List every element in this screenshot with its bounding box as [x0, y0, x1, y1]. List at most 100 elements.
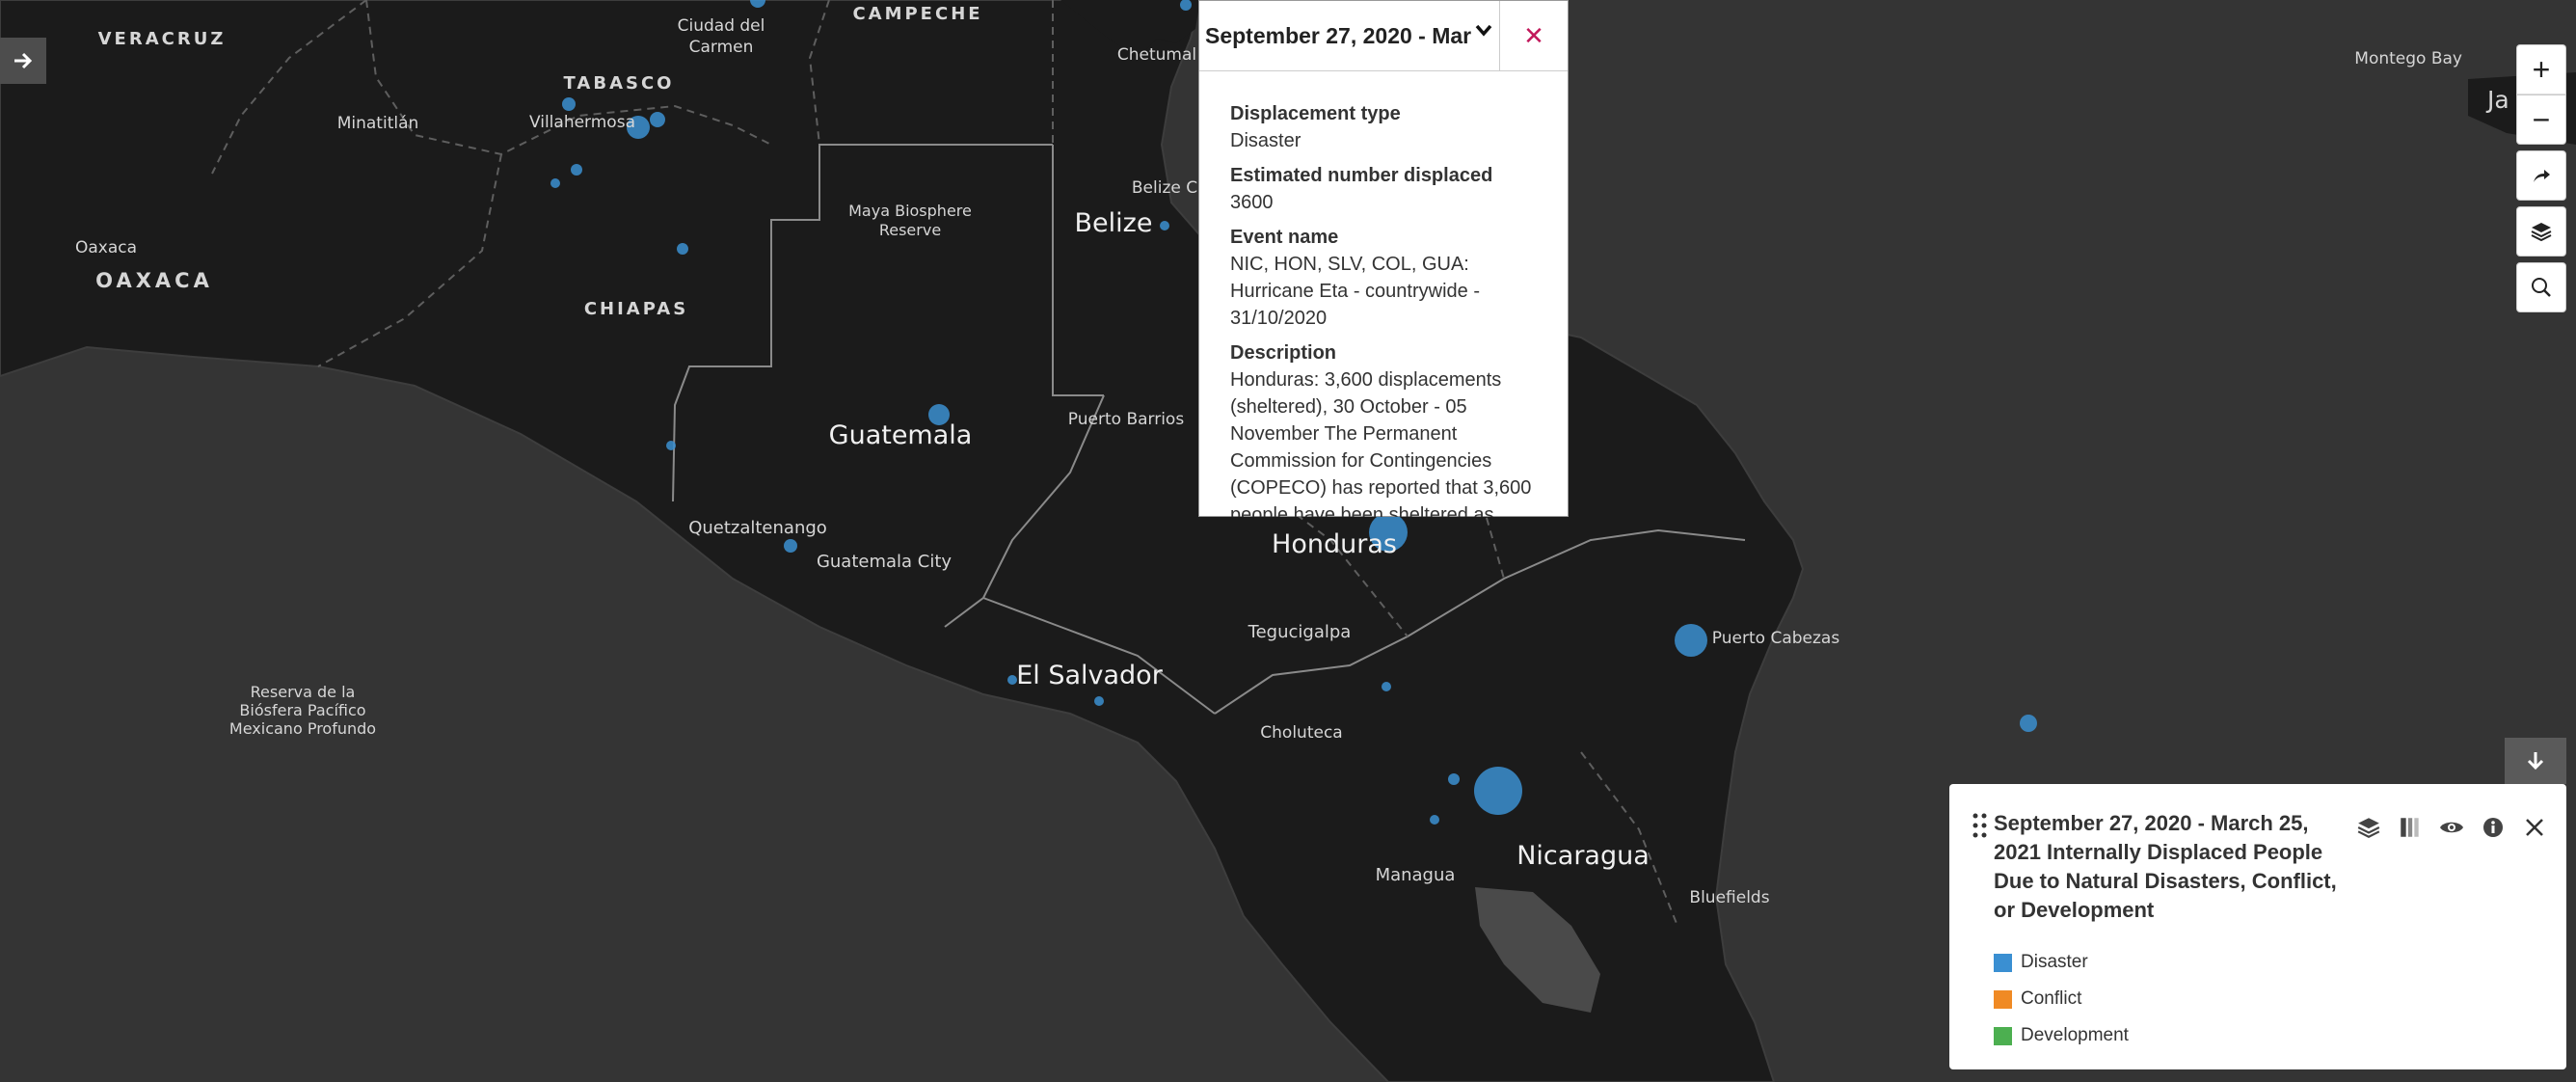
field-label: Estimated number displaced	[1230, 165, 1493, 186]
city-label-montego-bay: Montego Bay	[2354, 49, 2462, 68]
share-icon	[2534, 170, 2550, 182]
legend-swatch	[1994, 989, 2012, 1009]
field-label: Description	[1230, 342, 1337, 364]
displacement-point[interactable]	[1160, 221, 1169, 230]
info-icon	[2482, 817, 2503, 837]
displacement-point[interactable]	[1448, 773, 1460, 785]
sidebar-toggle-button[interactable]	[0, 38, 46, 84]
legend-visibility-button[interactable]	[2437, 813, 2465, 841]
displacement-point[interactable]	[562, 97, 576, 111]
search-icon	[2532, 278, 2551, 297]
close-icon	[2525, 818, 2543, 836]
legend-item-conflict: Conflict	[1994, 981, 2129, 1017]
city-label-chetumal: Chetumal	[1117, 45, 1196, 65]
legend-panel: September 27, 2020 - March 25, 2021 Inte…	[1949, 784, 2566, 1069]
reserve-label-pacific-3: Mexicano Profundo	[229, 719, 376, 738]
layers-button[interactable]	[2516, 206, 2566, 257]
displacement-point[interactable]	[1094, 696, 1104, 706]
displacement-point[interactable]	[1474, 767, 1522, 815]
popup-header: September 27, 2020 - March 25, 2021 ✕	[1199, 1, 1568, 71]
displacement-point[interactable]	[2020, 715, 2037, 732]
city-label-tegucigalpa: Tegucigalpa	[1248, 622, 1352, 642]
city-label-oaxaca: Oaxaca	[75, 238, 137, 257]
city-label-villahermosa: Villahermosa	[529, 113, 635, 132]
country-label-el-salvador: El Salvador	[1016, 661, 1164, 690]
popup-close-button[interactable]: ✕	[1500, 1, 1568, 70]
reserve-label-maya-2: Reserve	[879, 221, 941, 239]
legend-item-disaster: Disaster	[1994, 944, 2129, 981]
displacement-point[interactable]	[784, 539, 797, 553]
city-label-puerto-cabezas: Puerto Cabezas	[1712, 629, 1840, 648]
field-label: Displacement type	[1230, 103, 1401, 124]
displacement-point[interactable]	[1382, 682, 1391, 691]
legend-collapse-button[interactable]	[2505, 738, 2566, 784]
state-label-campeche: CAMPECHE	[852, 4, 982, 24]
field-value: Disaster	[1230, 130, 1301, 151]
reserve-label-pacific-2: Biósfera Pacífico	[239, 701, 365, 719]
state-label-chiapas: CHIAPAS	[584, 299, 688, 319]
search-button[interactable]	[2516, 262, 2566, 312]
legend-item-label: Disaster	[2021, 952, 2088, 972]
share-button[interactable]	[2516, 150, 2566, 201]
layers-icon	[2357, 817, 2379, 838]
legend-item-label: Conflict	[2021, 988, 2082, 1009]
feature-popup: September 27, 2020 - March 25, 2021 ✕ Di…	[1198, 0, 1569, 517]
legend-tools	[2354, 813, 2548, 841]
displacement-point[interactable]	[1675, 624, 1707, 657]
state-label-oaxaca: OAXACA	[95, 269, 213, 292]
date-range-select[interactable]: September 27, 2020 - March 25, 2021	[1199, 1, 1500, 70]
legend-info-button[interactable]	[2479, 813, 2507, 841]
country-label-guatemala: Guatemala	[829, 420, 973, 450]
zoom-out-button[interactable]: −	[2516, 95, 2566, 145]
country-label-honduras: Honduras	[1272, 529, 1397, 559]
city-label-managua: Managua	[1376, 865, 1456, 885]
arrow-right-icon	[14, 52, 33, 69]
displacement-point[interactable]	[571, 164, 582, 176]
state-label-veracruz: VERACRUZ	[98, 29, 227, 49]
legend-swatch	[1994, 953, 2012, 972]
arrow-down-icon	[2527, 752, 2544, 771]
eye-icon	[2439, 822, 2463, 832]
city-label-ciudad-del-carmen-1: Ciudad del	[678, 16, 765, 36]
legend-items: Disaster Conflict Development	[1994, 944, 2129, 1054]
displacement-point[interactable]	[650, 112, 665, 127]
reserve-label-pacific-1: Reserva de la	[251, 683, 356, 701]
map-toolbar: + −	[2516, 44, 2566, 318]
displacement-point[interactable]	[666, 441, 676, 450]
legend-opacity-button[interactable]	[2396, 813, 2424, 841]
legend-item-label: Development	[2021, 1025, 2129, 1045]
field-value: Honduras: 3,600 displacements (sheltered…	[1230, 369, 1532, 517]
city-label-choluteca: Choluteca	[1260, 723, 1342, 743]
city-label-minatitlan: Minatitlán	[337, 114, 419, 133]
zoom-in-button[interactable]: +	[2516, 44, 2566, 95]
city-label-guatemala-city: Guatemala City	[817, 552, 952, 572]
drag-handle-icon[interactable]	[1972, 813, 1988, 838]
field-value: 3600	[1230, 192, 1274, 213]
city-label-bluefields: Bluefields	[1689, 888, 1769, 907]
chevron-down-icon	[1475, 24, 1492, 37]
legend-close-button[interactable]	[2520, 813, 2548, 841]
city-label-ciudad-del-carmen-2: Carmen	[689, 38, 754, 57]
city-label-puerto-barrios: Puerto Barrios	[1068, 410, 1185, 429]
legend-layers-button[interactable]	[2354, 813, 2382, 841]
popup-body: Displacement type Disaster Estimated num…	[1199, 71, 1568, 517]
country-label-nicaragua: Nicaragua	[1516, 841, 1650, 871]
displacement-point[interactable]	[677, 243, 688, 255]
date-range-value: September 27, 2020 - March 25, 2021	[1205, 22, 1471, 48]
layers-icon	[2531, 223, 2552, 242]
reserve-label-maya-1: Maya Biosphere	[848, 202, 972, 220]
zoom-controls: + −	[2516, 44, 2566, 145]
city-label-belize-city: Belize C	[1132, 178, 1197, 198]
legend-item-development: Development	[1994, 1017, 2129, 1054]
displacement-point[interactable]	[1430, 815, 1439, 825]
legend-swatch	[1994, 1026, 2012, 1045]
city-label-quetzaltenango: Quetzaltenango	[688, 518, 827, 538]
country-label-jamaica: Ja	[2485, 86, 2509, 114]
state-label-tabasco: TABASCO	[564, 73, 675, 94]
opacity-icon	[2400, 817, 2419, 837]
field-value: NIC, HON, SLV, COL, GUA: Hurricane Eta -…	[1230, 254, 1480, 329]
displacement-point[interactable]	[550, 178, 560, 188]
legend-title: September 27, 2020 - March 25, 2021 Inte…	[1994, 811, 2337, 922]
country-label-belize: Belize	[1075, 208, 1153, 238]
field-label: Event name	[1230, 227, 1339, 248]
